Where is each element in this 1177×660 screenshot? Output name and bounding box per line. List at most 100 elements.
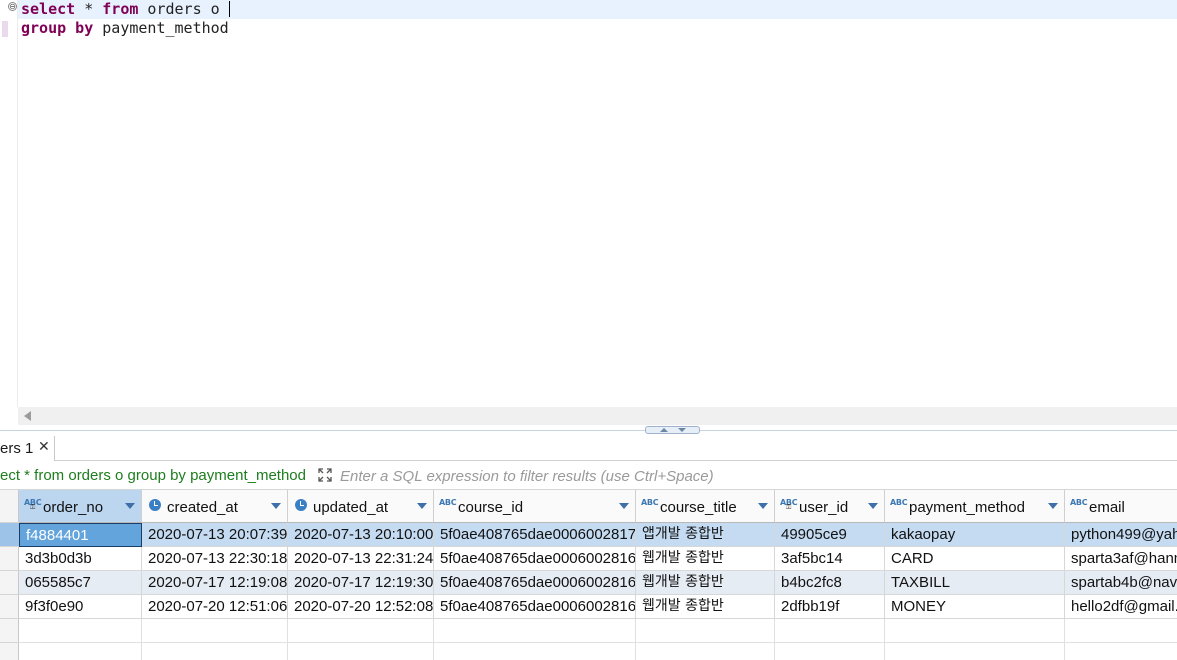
- column-label: course_id: [458, 499, 524, 516]
- column-menu-arrow-icon[interactable]: [417, 503, 427, 509]
- cell-payment-method[interactable]: CARD: [885, 547, 1065, 571]
- empty-cell: [1065, 643, 1177, 660]
- empty-cell: [19, 643, 142, 660]
- cell-created-at[interactable]: 2020-07-20 12:51:06: [142, 595, 288, 619]
- cell-email[interactable]: spartab4b@naver.com: [1065, 571, 1177, 595]
- keyword-select: select: [21, 0, 76, 18]
- cell-email[interactable]: python499@yahoo.com: [1065, 523, 1177, 547]
- cell-email[interactable]: hello2df@gmail.com: [1065, 595, 1177, 619]
- empty-cell: [636, 619, 775, 643]
- string-type-icon: ABC: [439, 498, 457, 507]
- key-icon: ⚿: [786, 503, 792, 511]
- empty-cell: [775, 619, 885, 643]
- column-header-course-title[interactable]: ABC course_title: [636, 490, 775, 523]
- column-menu-arrow-icon[interactable]: [868, 503, 878, 509]
- empty-cell: [1065, 619, 1177, 643]
- cell-order-no[interactable]: 3d3b0d3b: [19, 547, 142, 571]
- cell-updated-at[interactable]: 2020-07-13 20:10:00: [288, 523, 434, 547]
- column-header-payment-method[interactable]: ABC payment_method: [885, 490, 1065, 523]
- filter-bar: ect * from orders o group by payment_met…: [0, 462, 1177, 490]
- code-line-2[interactable]: group by payment_method: [21, 19, 229, 38]
- fold-collapse-icon[interactable]: ⊖: [8, 2, 17, 11]
- column-menu-arrow-icon[interactable]: [271, 503, 281, 509]
- cell-order-no[interactable]: 065585c7: [19, 571, 142, 595]
- filter-expression-input[interactable]: [336, 465, 936, 487]
- column-header-user-id[interactable]: ABC ⚿ user_id: [775, 490, 885, 523]
- row-number-cell[interactable]: [0, 595, 19, 619]
- string-type-icon: ABC: [890, 498, 908, 507]
- cell-course-title[interactable]: 앱개발 종합반: [636, 523, 775, 547]
- splitter-line: [0, 430, 1177, 431]
- results-grid[interactable]: ABC ⚿ order_no created_at updated_at ABC cours…: [0, 490, 1177, 660]
- cell-payment-method[interactable]: kakaopay: [885, 523, 1065, 547]
- cell-course-id[interactable]: 5f0ae408765dae0006002817: [434, 523, 636, 547]
- cell-order-no[interactable]: 9f3f0e90: [19, 595, 142, 619]
- tab-label: ers 1: [0, 440, 34, 457]
- empty-row: [19, 643, 1177, 660]
- column-label: payment_method: [909, 499, 1025, 516]
- cell-user-id[interactable]: 3af5bc14: [775, 547, 885, 571]
- code-token: payment_method: [93, 19, 229, 37]
- empty-cell: [142, 643, 288, 660]
- row-number-cell[interactable]: [0, 523, 19, 547]
- cell-payment-method[interactable]: TAXBILL: [885, 571, 1065, 595]
- code-line-1[interactable]: select * from orders o: [18, 0, 1177, 19]
- sql-editor[interactable]: ⊖ select * from orders o group by paymen…: [0, 0, 1177, 407]
- row-header-corner: [0, 490, 19, 523]
- table-row[interactable]: f4884401 2020-07-13 20:07:39 2020-07-13 20…: [19, 523, 1177, 547]
- cell-created-at[interactable]: 2020-07-13 22:30:18: [142, 547, 288, 571]
- close-icon[interactable]: ✕: [38, 439, 50, 456]
- cell-updated-at[interactable]: 2020-07-20 12:52:08: [288, 595, 434, 619]
- column-header-created-at[interactable]: created_at: [142, 490, 288, 523]
- row-number-cell[interactable]: [0, 571, 19, 595]
- column-menu-arrow-icon[interactable]: [1048, 503, 1058, 509]
- code-token: orders o: [138, 0, 229, 18]
- column-header-course-id[interactable]: ABC course_id: [434, 490, 636, 523]
- splitter-toggle-handle[interactable]: [645, 426, 700, 434]
- column-menu-arrow-icon[interactable]: [758, 503, 768, 509]
- text-caret: [228, 1, 230, 17]
- tab-results-1[interactable]: ers 1 ✕: [0, 436, 55, 461]
- table-row[interactable]: 9f3f0e90 2020-07-20 12:51:06 2020-07-20 12…: [19, 595, 1177, 619]
- editor-horizontal-scrollbar[interactable]: [18, 407, 1177, 425]
- cell-updated-at[interactable]: 2020-07-17 12:19:30: [288, 571, 434, 595]
- panel-splitter[interactable]: [0, 425, 1177, 436]
- row-number-cell[interactable]: [0, 643, 19, 660]
- column-menu-arrow-icon[interactable]: [619, 503, 629, 509]
- cell-created-at[interactable]: 2020-07-13 20:07:39: [142, 523, 288, 547]
- cell-course-title[interactable]: 웹개발 종합반: [636, 571, 775, 595]
- column-menu-arrow-icon[interactable]: [125, 503, 135, 509]
- empty-row: [19, 619, 1177, 643]
- cell-course-title[interactable]: 웹개발 종합반: [636, 547, 775, 571]
- scroll-left-arrow-icon[interactable]: [24, 411, 31, 421]
- cell-payment-method[interactable]: MONEY: [885, 595, 1065, 619]
- keyword-group-by: group by: [21, 19, 94, 37]
- cell-course-id[interactable]: 5f0ae408765dae0006002816: [434, 547, 636, 571]
- empty-cell: [636, 643, 775, 660]
- row-number-cell[interactable]: [0, 619, 19, 643]
- cell-user-id[interactable]: 2dfbb19f: [775, 595, 885, 619]
- cell-email[interactable]: sparta3af@hanmail.net: [1065, 547, 1177, 571]
- cell-created-at[interactable]: 2020-07-17 12:19:08: [142, 571, 288, 595]
- cell-updated-at[interactable]: 2020-07-13 22:31:24: [288, 547, 434, 571]
- expand-icon[interactable]: [317, 467, 333, 483]
- cell-user-id[interactable]: b4bc2fc8: [775, 571, 885, 595]
- empty-cell: [885, 643, 1065, 660]
- keyword-from: from: [102, 0, 139, 18]
- column-label: course_title: [660, 499, 737, 516]
- table-row[interactable]: 065585c7 2020-07-17 12:19:08 2020-07-17 12…: [19, 571, 1177, 595]
- cell-course-id[interactable]: 5f0ae408765dae0006002816: [434, 595, 636, 619]
- string-type-icon: ABC: [1070, 498, 1088, 507]
- row-number-cell[interactable]: [0, 547, 19, 571]
- cell-order-no[interactable]: f4884401: [19, 523, 142, 547]
- empty-cell: [288, 643, 434, 660]
- cell-user-id[interactable]: 49905ce9: [775, 523, 885, 547]
- cell-course-id[interactable]: 5f0ae408765dae0006002816: [434, 571, 636, 595]
- column-header-updated-at[interactable]: updated_at: [288, 490, 434, 523]
- column-header-order-no[interactable]: ABC ⚿ order_no: [19, 490, 142, 523]
- empty-cell: [885, 619, 1065, 643]
- datetime-type-icon: [295, 499, 307, 511]
- column-header-email[interactable]: ABC email: [1065, 490, 1177, 523]
- table-row[interactable]: 3d3b0d3b 2020-07-13 22:30:18 2020-07-13 22…: [19, 547, 1177, 571]
- cell-course-title[interactable]: 웹개발 종합반: [636, 595, 775, 619]
